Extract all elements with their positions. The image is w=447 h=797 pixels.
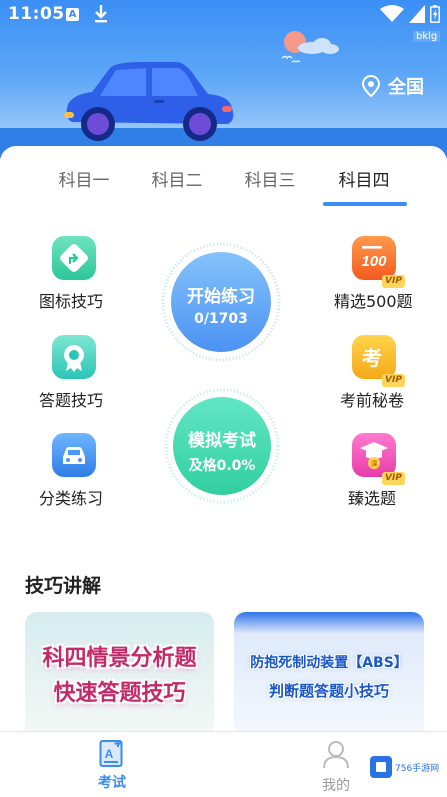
watermark-logo: 756手游网 [369, 754, 439, 780]
tab-subject-4[interactable]: 科目四 [324, 166, 404, 191]
banner-2-line-2: 判断题答题小技巧 [268, 682, 389, 700]
badge-icon [52, 335, 96, 379]
signal-icon [409, 5, 425, 23]
direction-sign-icon [52, 236, 96, 280]
vip-badge: VIP [382, 275, 405, 288]
location-label: 全国 [388, 77, 424, 98]
score-100-text: 100 [361, 253, 387, 270]
mock-exam-title: 模拟考试 [188, 431, 256, 451]
download-icon [95, 5, 107, 23]
vip-badge: VIP [382, 374, 405, 387]
exam-icon: 考 [352, 335, 396, 379]
mock-exam-pass-rate: 及格0.0% [188, 458, 256, 474]
car-icon [52, 433, 96, 477]
car-illustration [64, 62, 234, 141]
tab-subject-3[interactable]: 科目三 [230, 166, 310, 191]
skills-section-title: 技巧讲解 [25, 575, 102, 597]
skill-banner-2[interactable]: 防抱死制动装置【ABS】 判断题答题小技巧 [234, 612, 424, 732]
battery-icon [430, 5, 440, 23]
exam-secret-label: 考前秘卷 [340, 391, 405, 410]
status-bar: 11:05 A [0, 0, 447, 30]
selected-500-item[interactable]: 100 VIP 精选500题 [320, 234, 430, 311]
cap-icon-text: 课 [371, 459, 378, 468]
tab-subject-1[interactable]: 科目一 [44, 166, 124, 191]
banner-1-line-1: 科四情景分析题 [42, 646, 197, 671]
tab-subject-2[interactable]: 科目二 [137, 166, 217, 191]
banner-1-line-2: 快速答题技巧 [53, 681, 186, 706]
skill-banner-1[interactable]: 科四情景分析题 快速答题技巧 [25, 612, 214, 732]
premium-questions-label: 臻选题 [348, 489, 397, 508]
category-practice-label: 分类练习 [39, 489, 104, 508]
nav-exam-label: 考试 [98, 775, 126, 791]
wifi-icon [380, 5, 404, 22]
mock-exam-button[interactable]: 模拟考试 及格0.0% [173, 397, 271, 495]
exam-nav-icon: A [99, 740, 123, 767]
a-notification-icon: A [66, 8, 79, 21]
debug-badge: bklg [413, 31, 441, 42]
nav-mine-label: 我的 [322, 778, 350, 794]
graduation-cap-icon: 课 [352, 433, 396, 477]
score-100-icon: 100 [352, 236, 396, 280]
practice-progress: 0/1703 [194, 311, 248, 327]
selected-500-label: 精选500题 [334, 292, 413, 311]
category-practice-item[interactable]: 分类练习 [19, 431, 129, 508]
nav-exam[interactable]: A 考试 [86, 736, 138, 794]
sign-tips-item[interactable]: 图标技巧 [19, 234, 129, 311]
start-practice-button[interactable]: 开始练习 0/1703 [171, 252, 271, 352]
profile-nav-icon [323, 741, 349, 769]
exam-secret-item[interactable]: 考 VIP 考前秘卷 [320, 333, 430, 410]
birds-illustration [281, 55, 301, 63]
active-tab-indicator [323, 202, 407, 206]
exam-icon-text: 考 [362, 346, 382, 370]
answer-tips-label: 答题技巧 [39, 391, 104, 410]
watermark-text: 756手游网 [395, 762, 439, 774]
location-pin-icon [362, 75, 380, 97]
answer-tips-item[interactable]: 答题技巧 [19, 333, 129, 410]
start-practice-title: 开始练习 [187, 287, 255, 307]
svg-text:A: A [105, 747, 114, 761]
premium-questions-item[interactable]: 课 VIP 臻选题 [320, 431, 430, 508]
vip-badge: VIP [382, 472, 405, 485]
banner-2-line-1: 防抱死制动装置【ABS】 [250, 655, 408, 671]
sign-tips-label: 图标技巧 [39, 292, 104, 311]
nav-mine[interactable]: 我的 [310, 736, 362, 794]
status-time: 11:05 [8, 4, 65, 24]
